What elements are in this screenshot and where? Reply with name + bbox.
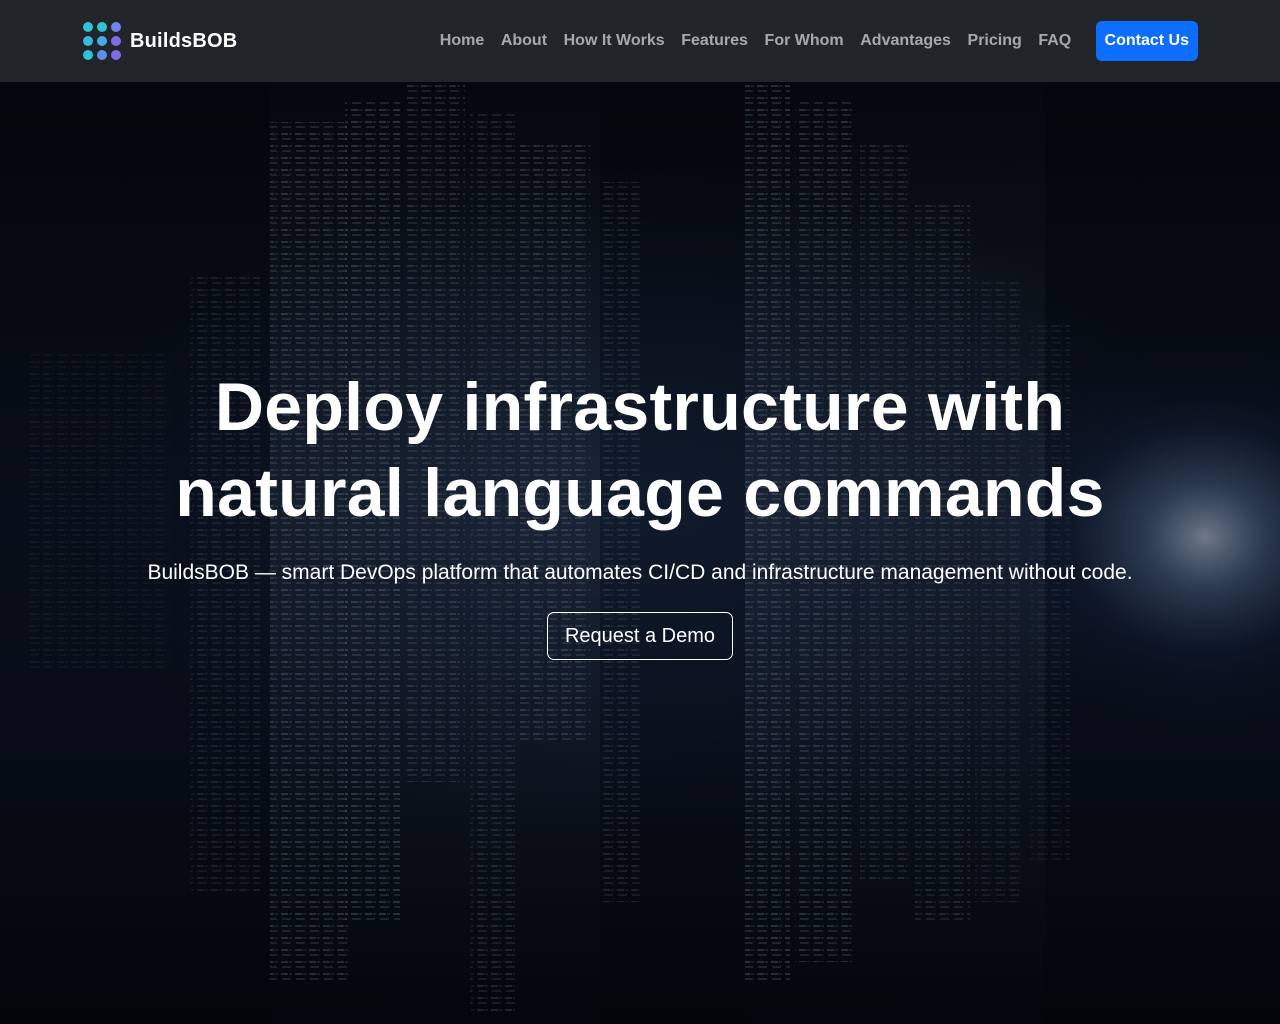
hero-title-line-1: Deploy infrastructure with (214, 369, 1066, 445)
nav-how-it-works[interactable]: How It Works (555, 24, 673, 58)
hero-section: Deploy infrastructure with natural langu… (0, 82, 1280, 1024)
brand-name: BuildsBOB (130, 29, 238, 52)
contact-us-button[interactable]: Contact Us (1095, 21, 1198, 61)
nav-home[interactable]: Home (431, 24, 492, 58)
hero-content: Deploy infrastructure with natural langu… (0, 364, 1280, 660)
logo-icon (83, 22, 121, 60)
nav-for-whom[interactable]: For Whom (756, 24, 852, 58)
nav-features[interactable]: Features (673, 24, 756, 58)
hero-title: Deploy infrastructure with natural langu… (90, 364, 1190, 536)
hero-subtitle: BuildsBOB — smart DevOps platform that a… (147, 561, 1133, 584)
brand-link[interactable]: BuildsBOB (82, 21, 237, 61)
request-demo-button[interactable]: Request a Demo (546, 612, 734, 660)
nav-faq[interactable]: FAQ (1030, 24, 1079, 58)
nav-pricing[interactable]: Pricing (959, 24, 1030, 58)
hero-title-line-2: natural language commands (175, 455, 1105, 531)
nav-advantages[interactable]: Advantages (852, 24, 959, 58)
nav-about[interactable]: About (493, 24, 556, 58)
top-navbar: BuildsBOB Home About How It Works Featur… (0, 0, 1280, 82)
nav-links: Home About How It Works Features For Who… (431, 24, 1079, 58)
